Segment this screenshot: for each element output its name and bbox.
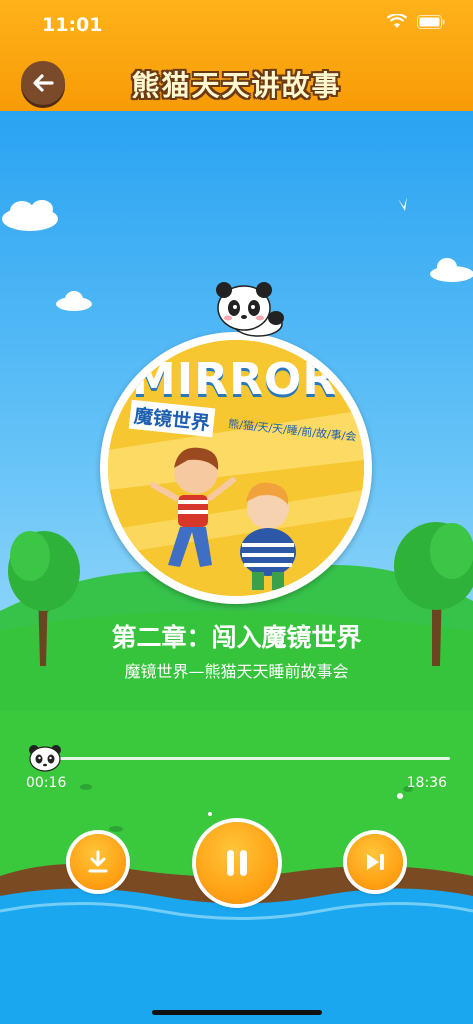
progress-bar[interactable] [30,757,450,760]
pause-button[interactable] [196,822,278,904]
status-icons [387,14,445,29]
battery-icon [417,14,445,29]
pause-icon [227,850,247,876]
nav-header: 11:01 熊猫天天讲故事 [0,0,473,111]
album-cover: MIRROR 魔镜世界 熊/猫/天/天/睡/前/故/事/会 [100,332,372,604]
panda-progress-thumb-icon[interactable] [28,744,62,772]
track-subtitle: 魔镜世界—熊猫天天睡前故事会 [124,662,349,681]
wifi-icon [387,14,407,28]
page-title: 熊猫天天讲故事 [131,69,342,102]
player-screen: 11:01 熊猫天天讲故事 MIRROR 魔镜世界 熊/猫/天/天/睡/前/故/… [0,0,473,1024]
next-track-button[interactable] [347,834,403,890]
status-time: 11:01 [42,14,103,36]
download-icon [88,850,108,873]
home-indicator [152,1010,322,1015]
cover-word: MIRROR [132,354,338,405]
cover-artwork: MIRROR 魔镜世界 熊/猫/天/天/睡/前/故/事/会 [108,340,364,596]
skip-next-icon [367,854,384,870]
current-time: 00:16 [26,775,67,791]
track-title: 第二章：闯入魔镜世界 [111,623,362,652]
panda-mascot-icon [216,282,284,337]
total-time: 18:36 [406,775,447,791]
download-button[interactable] [70,834,126,890]
